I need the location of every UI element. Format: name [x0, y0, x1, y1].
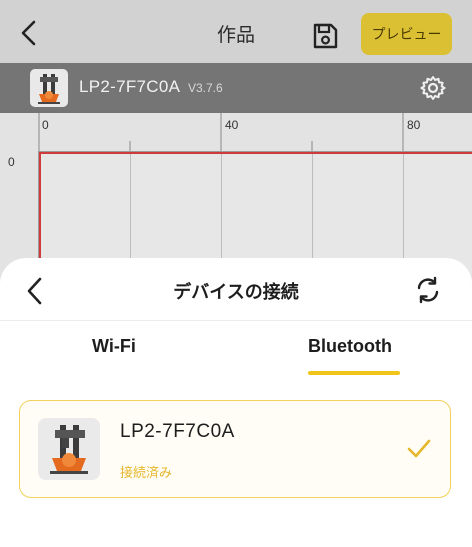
device-thumbnail: [38, 418, 100, 480]
gear-icon: [420, 76, 446, 100]
refresh-icon: [417, 276, 439, 304]
horizontal-ruler: 0 40 80: [38, 113, 472, 152]
device-thumbnail: [30, 69, 68, 107]
tab-bluetooth[interactable]: Bluetooth: [308, 336, 392, 357]
checkmark-icon: [406, 437, 432, 461]
save-icon: [313, 23, 338, 49]
firmware-version: V3.7.6: [188, 81, 223, 95]
page-title: 作品: [216, 24, 255, 46]
back-button[interactable]: [14, 18, 44, 48]
sheet-title: デバイスの接続: [173, 282, 299, 303]
device-name: LP2-7F7C0A: [120, 421, 235, 442]
preview-button[interactable]: プレビュー: [361, 13, 452, 55]
device-bar[interactable]: LP2-7F7C0A V3.7.6: [0, 63, 472, 113]
connection-status: 接続済み: [120, 466, 173, 481]
chevron-left-icon: [27, 277, 42, 305]
laser-engraver-icon: [38, 74, 60, 104]
device-connection-sheet: デバイスの接続 Wi-Fi Bluetooth LP2-7F7C0A 接続済み: [0, 258, 472, 547]
sheet-back-button[interactable]: [20, 274, 50, 308]
chevron-left-icon: [21, 20, 36, 46]
ruler-corner: [0, 113, 39, 152]
tab-wifi[interactable]: Wi-Fi: [92, 336, 136, 357]
ruler-label-x: 0: [42, 118, 49, 132]
laser-engraver-icon: [50, 425, 88, 474]
settings-button[interactable]: [420, 75, 446, 101]
top-app-bar: 作品 プレビュー: [0, 0, 472, 63]
divider: [0, 320, 472, 321]
active-tab-indicator: [308, 371, 400, 375]
ruler-label-x: 80: [407, 118, 421, 132]
ruler-label-y: 0: [8, 155, 15, 169]
device-name: LP2-7F7C0A: [79, 77, 181, 96]
save-button[interactable]: [311, 22, 339, 50]
refresh-button[interactable]: [414, 276, 442, 304]
device-list-item[interactable]: LP2-7F7C0A 接続済み: [19, 400, 451, 498]
ruler-label-x: 40: [225, 118, 239, 132]
